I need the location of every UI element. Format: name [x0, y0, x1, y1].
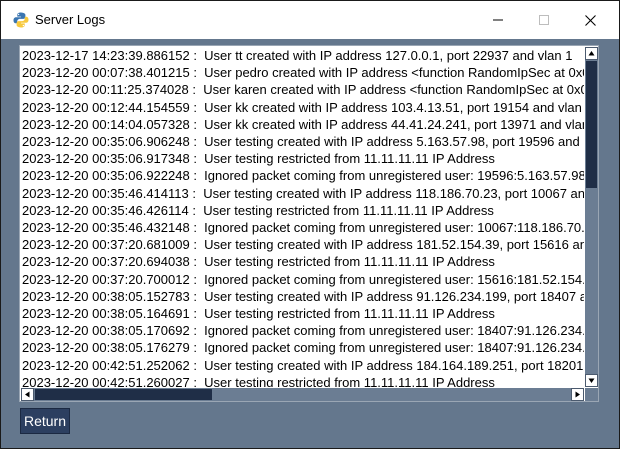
maximize-icon: [539, 15, 549, 25]
arrow-right-icon: [575, 391, 580, 398]
log-line: 2023-12-20 00:11:25.374028 : User karen …: [22, 82, 584, 98]
scroll-left-button[interactable]: [21, 388, 34, 401]
server-logs-window: Server Logs 2023-12-17 14:23:39.886152 :…: [0, 0, 620, 449]
python-logo-icon: [13, 12, 29, 28]
log-output-panel: 2023-12-17 14:23:39.886152 : User tt cre…: [19, 45, 599, 402]
maximize-button[interactable]: [521, 1, 567, 39]
return-button[interactable]: Return: [20, 408, 70, 434]
log-line: 2023-12-20 00:37:20.694038 : User testin…: [22, 254, 495, 270]
arrow-up-icon: [588, 51, 595, 56]
log-line: 2023-12-20 00:38:05.176279 : Ignored pac…: [22, 340, 584, 356]
log-line: 2023-12-20 00:37:20.681009 : User testin…: [22, 237, 584, 253]
scroll-right-button[interactable]: [571, 388, 584, 401]
log-line: 2023-12-20 00:42:51.252062 : User testin…: [22, 357, 584, 373]
log-text-area[interactable]: 2023-12-17 14:23:39.886152 : User tt cre…: [21, 47, 584, 387]
log-line: 2023-12-20 00:35:06.922248 : Ignored pac…: [22, 168, 584, 184]
log-line: 2023-12-20 00:07:38.401215 : User pedro …: [22, 65, 584, 81]
close-icon: [584, 14, 596, 26]
vertical-scrollbar[interactable]: [585, 47, 598, 387]
log-line: 2023-12-20 00:14:04.057328 : User kk cre…: [22, 116, 584, 132]
log-line: 2023-12-20 00:38:05.152783 : User testin…: [22, 288, 584, 304]
log-line: 2023-12-20 00:37:20.700012 : Ignored pac…: [22, 271, 584, 287]
log-line: 2023-12-20 00:35:46.426114 : User testin…: [22, 202, 494, 218]
arrow-down-icon: [588, 378, 595, 383]
log-line: 2023-12-20 00:42:51.260027 : User testin…: [22, 374, 495, 387]
log-line: 2023-12-20 00:35:46.414113 : User testin…: [22, 185, 584, 201]
window-title: Server Logs: [35, 12, 106, 27]
scroll-down-button[interactable]: [585, 374, 598, 387]
minimize-button[interactable]: [475, 1, 521, 39]
log-line: 2023-12-20 00:35:46.432148 : Ignored pac…: [22, 220, 584, 235]
log-line: 2023-12-17 14:23:39.886152 : User tt cre…: [22, 48, 573, 63]
log-line: 2023-12-20 00:35:06.906248 : User testin…: [22, 134, 580, 149]
scroll-up-button[interactable]: [585, 47, 598, 60]
log-line: 2023-12-20 00:35:06.917348 : User testin…: [22, 151, 495, 167]
scrollbar-corner: [585, 388, 598, 401]
log-line: 2023-12-20 00:38:05.170692 : Ignored pac…: [22, 323, 584, 339]
log-line: 2023-12-20 00:12:44.154559 : User kk cre…: [22, 99, 582, 115]
title-bar[interactable]: Server Logs: [1, 1, 619, 39]
log-line: 2023-12-20 00:38:05.164691 : User testin…: [22, 306, 495, 321]
horizontal-scrollbar[interactable]: [21, 388, 584, 401]
minimize-icon: [493, 19, 503, 21]
horizontal-scroll-thumb[interactable]: [35, 389, 212, 400]
arrow-left-icon: [25, 391, 30, 398]
close-button[interactable]: [567, 1, 613, 39]
vertical-scroll-thumb[interactable]: [586, 61, 597, 188]
